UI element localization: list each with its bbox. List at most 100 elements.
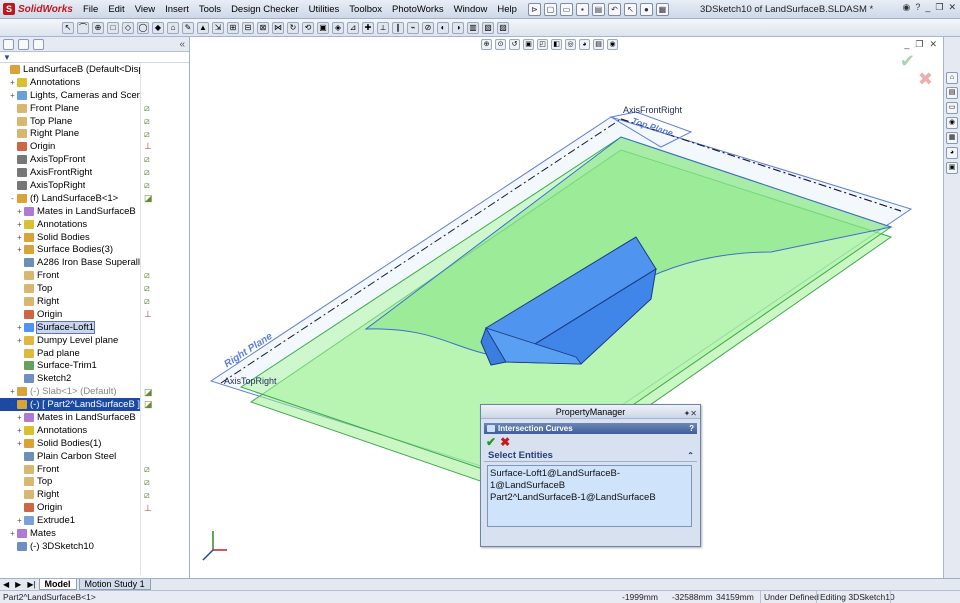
expand-toggle-icon[interactable]: + <box>9 529 16 538</box>
toolbar-button-11[interactable]: ⇲ <box>212 21 224 34</box>
tree-item[interactable]: + Mates in LandSurfaceB <box>0 411 140 424</box>
tree-item[interactable]: Surface-Trim1 <box>0 359 140 372</box>
filter-icon[interactable]: ▼ <box>3 53 11 62</box>
toolbar-button-23[interactable]: ∥ <box>392 21 404 34</box>
expand-toggle-icon[interactable]: + <box>16 413 23 422</box>
new-document-icon[interactable]: ▢ <box>543 2 557 16</box>
toolbar-button-8[interactable]: ⌂ <box>167 21 179 34</box>
toolbar-button-2[interactable]: ⌒ <box>77 21 89 34</box>
tree-item[interactable]: Right Plane <box>0 127 140 140</box>
menu-photoworks[interactable]: PhotoWorks <box>387 0 449 19</box>
selection-item[interactable]: Part2^LandSurfaceB-1@LandSurfaceB <box>490 492 689 504</box>
select-icon[interactable]: ↖ <box>623 2 637 16</box>
menu-insert[interactable]: Insert <box>160 0 194 19</box>
toolbar-button-9[interactable]: ✎ <box>182 21 194 34</box>
tab-scroll-left-icon[interactable]: ◀ <box>0 580 12 589</box>
expand-toggle-icon[interactable]: + <box>16 439 23 448</box>
toolbar-button-4[interactable]: □ <box>107 21 119 34</box>
tab-scroll-end-icon[interactable]: ▶| <box>24 580 38 589</box>
tree-item[interactable]: AxisTopFront <box>0 153 140 166</box>
tree-item[interactable]: AxisFrontRight <box>0 166 140 179</box>
tree-item[interactable]: Origin <box>0 501 140 514</box>
toolbar-button-17[interactable]: ⟲ <box>302 21 314 34</box>
selection-item[interactable]: Surface-Loft1@LandSurfaceB-1@LandSurface… <box>490 468 689 492</box>
selected-entities-list[interactable]: Surface-Loft1@LandSurfaceB-1@LandSurface… <box>487 465 692 527</box>
tree-item[interactable]: A286 Iron Base Superall <box>0 256 140 269</box>
tab-scroll-right-icon[interactable]: ▶ <box>12 580 24 589</box>
tree-item[interactable]: Sketch2 <box>0 372 140 385</box>
restore-icon[interactable]: ❐ <box>935 2 943 13</box>
tree-item[interactable]: Plain Carbon Steel <box>0 450 140 463</box>
rebuild-icon[interactable]: ● <box>639 2 653 16</box>
expand-toggle-icon[interactable]: + <box>16 426 23 435</box>
custom-properties-icon[interactable]: ▣ <box>946 162 958 174</box>
search-icon[interactable]: ◉ <box>946 117 958 129</box>
menu-window[interactable]: Window <box>449 0 493 19</box>
tree-item[interactable]: + Annotations <box>0 424 140 437</box>
toolbar-button-13[interactable]: ⊟ <box>242 21 254 34</box>
tree-item[interactable]: Right <box>0 488 140 501</box>
expand-toggle-icon[interactable]: + <box>16 336 23 345</box>
tree-item[interactable]: + Annotations <box>0 76 140 89</box>
collapse-icon[interactable]: ⌃ <box>687 450 694 462</box>
tree-item[interactable]: Top <box>0 282 140 295</box>
expand-toggle-icon[interactable]: - <box>9 400 16 409</box>
solidworks-logo[interactable]: S SolidWorks <box>0 0 78 19</box>
expand-toggle-icon[interactable]: + <box>16 245 23 254</box>
expand-toggle-icon[interactable]: + <box>16 207 23 216</box>
tree-item[interactable]: + Surface Bodies(3) <box>0 243 140 256</box>
print-icon[interactable]: ▤ <box>591 2 605 16</box>
tree-item[interactable]: LandSurfaceB (Default<Display <box>0 63 140 76</box>
tab-model[interactable]: Model <box>38 579 77 590</box>
tree-item[interactable]: Top Plane <box>0 115 140 128</box>
menu-edit[interactable]: Edit <box>103 0 129 19</box>
collapse-panel-icon[interactable]: « <box>179 39 185 50</box>
toolbar-button-16[interactable]: ↻ <box>287 21 299 34</box>
expand-toggle-icon[interactable]: + <box>9 78 16 87</box>
menu-help[interactable]: Help <box>492 0 522 19</box>
configurationmanager-tab-icon[interactable] <box>33 38 44 50</box>
tree-item[interactable]: Origin <box>0 140 140 153</box>
menu-view[interactable]: View <box>130 0 160 19</box>
expand-toggle-icon[interactable]: - <box>9 194 16 203</box>
menu-toolbox[interactable]: Toolbox <box>344 0 387 19</box>
menu-design-checker[interactable]: Design Checker <box>226 0 304 19</box>
tree-item[interactable]: + Dumpy Level plane <box>0 334 140 347</box>
menu-file[interactable]: File <box>78 0 103 19</box>
undo-icon[interactable]: ↶ <box>607 2 621 16</box>
tree-item[interactable]: + Lights, Cameras and Scene <box>0 89 140 102</box>
file-explorer-icon[interactable]: ▭ <box>946 102 958 114</box>
toolbar-button-5[interactable]: ◇ <box>122 21 134 34</box>
check-icon[interactable]: ✔ <box>486 435 496 449</box>
tree-item[interactable]: - (-) [ Part2^LandSurfaceB ]- <box>0 398 140 412</box>
toolbar-button-24[interactable]: ⌁ <box>407 21 419 34</box>
toolbar-button-29[interactable]: ▧ <box>482 21 494 34</box>
tree-item[interactable]: + Solid Bodies <box>0 231 140 244</box>
expand-toggle-icon[interactable]: + <box>16 233 23 242</box>
toolbar-button-15[interactable]: ⋈ <box>272 21 284 34</box>
solidworks-resources-icon[interactable]: ⌂ <box>946 72 958 84</box>
tree-item[interactable]: Right <box>0 295 140 308</box>
toolbar-button-27[interactable]: ◑ <box>452 21 464 34</box>
options-icon[interactable]: ▦ <box>655 2 669 16</box>
tree-item[interactable]: Front Plane <box>0 102 140 115</box>
tab-motion-study-1[interactable]: Motion Study 1 <box>78 579 151 590</box>
tree-item[interactable]: (-) 3DSketch10 <box>0 540 140 553</box>
toolbar-button-20[interactable]: ⊿ <box>347 21 359 34</box>
toolbar-button-26[interactable]: ◐ <box>437 21 449 34</box>
toolbar-button-3[interactable]: ⊕ <box>92 21 104 34</box>
toolbar-button-18[interactable]: ▣ <box>317 21 329 34</box>
expand-toggle-icon[interactable]: + <box>16 516 23 525</box>
status-rebuild[interactable] <box>890 591 960 603</box>
toolbar-button-28[interactable]: ▥ <box>467 21 479 34</box>
expand-toggle-icon[interactable]: + <box>16 220 23 229</box>
tree-item[interactable]: + Annotations <box>0 218 140 231</box>
expand-toggle-icon[interactable]: + <box>9 387 16 396</box>
minimize-icon[interactable]: _ <box>925 2 930 13</box>
tree-item[interactable]: - (f) LandSurfaceB<1> <box>0 192 140 205</box>
close-icon[interactable]: ✖ <box>500 435 510 449</box>
close-icon[interactable]: ✕ <box>948 2 956 13</box>
pin-icon[interactable]: ✦✕ <box>684 407 697 421</box>
tree-item[interactable]: + Surface-Loft1 <box>0 320 140 334</box>
toolbar-button-19[interactable]: ◈ <box>332 21 344 34</box>
